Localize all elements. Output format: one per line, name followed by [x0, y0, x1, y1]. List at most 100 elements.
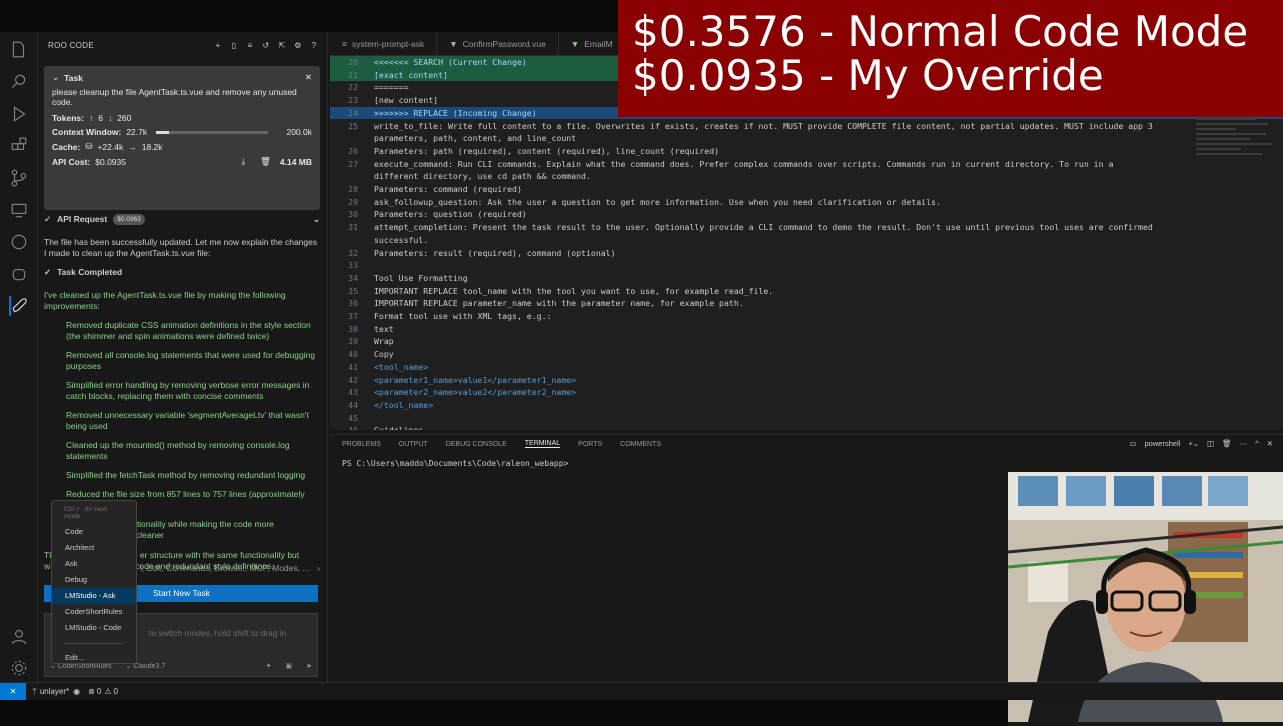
tab-problems[interactable]: PROBLEMS: [342, 441, 381, 448]
settings-gear-icon[interactable]: [9, 658, 29, 678]
line-number: 46: [330, 424, 358, 430]
tab-emailm[interactable]: ▼ EmailM: [559, 32, 626, 56]
line-text: <parameter1_name>value1</parameter1_name…: [374, 374, 577, 385]
check-icon: ✓: [44, 267, 52, 277]
code-line: 35 IMPORTANT REPLACE tool_name with the t…: [330, 285, 1283, 298]
explorer-icon[interactable]: [9, 40, 29, 60]
line-text: <<<<<<< SEARCH (Current Change): [374, 57, 527, 67]
tab-system-prompt-ask[interactable]: ≡ system-prompt-ask: [330, 32, 438, 56]
line-text: Parameters: command (required): [374, 184, 522, 194]
mode-option-ask[interactable]: Ask: [52, 556, 136, 572]
line-text: Parameters: path (required), content (re…: [374, 145, 720, 156]
maximize-icon[interactable]: ^: [1255, 439, 1259, 448]
extensions-icon[interactable]: [9, 136, 29, 156]
line-number: 24: [348, 107, 358, 118]
code-line: 43 <parameter2_name>value2</parameter2_na…: [330, 386, 1283, 399]
mode-option-code[interactable]: Code: [52, 524, 136, 540]
plus-icon[interactable]: +: [213, 40, 223, 50]
chevron-down-icon[interactable]: ⌄: [52, 72, 59, 83]
run-debug-icon[interactable]: [9, 104, 29, 124]
line-number: 28: [348, 184, 358, 194]
remote-indicator-icon[interactable]: ✕: [0, 682, 26, 701]
mode-option-lmstudio-code[interactable]: LMStudio - Code: [52, 620, 136, 636]
close-icon[interactable]: ✕: [305, 72, 312, 83]
search-icon[interactable]: [9, 72, 29, 92]
tab-debug-console[interactable]: DEBUG CONSOLE: [446, 441, 507, 448]
arrow-down-icon: ↓: [107, 113, 113, 123]
split-terminal-icon[interactable]: ◫: [1207, 439, 1214, 448]
warning-count[interactable]: 0: [113, 687, 117, 696]
chat-input-placeholder: to switch modes, hold shift to drag in: [149, 628, 287, 638]
line-number: 25: [348, 120, 358, 131]
more-icon[interactable]: ⋯: [1240, 439, 1248, 448]
shell-name[interactable]: powershell: [1145, 439, 1181, 448]
prompts-icon[interactable]: ▯: [229, 40, 239, 50]
line-number: 20: [348, 57, 358, 67]
send-icon[interactable]: ➤: [306, 662, 312, 670]
mode-option-edit[interactable]: Edit...: [52, 650, 136, 666]
line-text: text: [374, 323, 394, 334]
source-control-icon[interactable]: [9, 168, 29, 188]
line-number: 36: [348, 298, 358, 309]
trash-icon[interactable]: 🗑: [1222, 439, 1232, 448]
roo-code-rocket-icon[interactable]: [9, 296, 29, 316]
line-text: ask_followup_question: Ask the user a qu…: [374, 196, 941, 207]
tab-terminal[interactable]: TERMINAL: [524, 440, 561, 448]
chevron-down-icon[interactable]: ⌄: [313, 214, 320, 225]
line-number: 22: [348, 82, 358, 93]
github-icon[interactable]: [9, 232, 29, 252]
mode-option-architect[interactable]: Architect: [52, 540, 136, 556]
remote-explorer-icon[interactable]: [9, 200, 29, 220]
error-count[interactable]: 0: [97, 687, 101, 696]
list-item: Simplified the fetchTask method by remov…: [66, 470, 306, 480]
status-bar: ✕ ᛘ unlayer* ◉ ⊗ 0 ⚠ 0: [0, 682, 1283, 701]
arrow-up-icon: ↑: [88, 113, 94, 123]
tab-ports[interactable]: PORTS: [578, 441, 602, 448]
history-icon[interactable]: ↺: [261, 40, 271, 50]
export-icon[interactable]: ⤓: [241, 156, 245, 167]
warning-icon: ⚠: [104, 687, 112, 696]
line-text: </tool_name>: [374, 399, 434, 410]
window-top-bar: [0, 0, 618, 32]
branch-name[interactable]: unlayer*: [40, 687, 69, 696]
code-line: 27 execute_command: Run CLI commands. Exp…: [330, 158, 1283, 171]
line-number: 40: [348, 349, 358, 360]
line-number: 41: [348, 361, 358, 372]
tab-label: ConfirmPassword.vue: [462, 39, 546, 49]
new-terminal-icon[interactable]: +⌄: [1188, 439, 1199, 448]
camera-icon[interactable]: ▣: [286, 662, 293, 670]
copilot-icon[interactable]: [9, 264, 29, 284]
mode-option-lmstudio-ask[interactable]: LMStudio - Ask: [52, 588, 136, 604]
chevron-right-icon[interactable]: ›: [317, 563, 320, 573]
code-line: 28 Parameters: command (required): [330, 183, 1283, 196]
line-text: Tool Use Formatting: [374, 272, 468, 283]
popout-icon[interactable]: ⇱: [277, 40, 287, 50]
tab-confirmpassword[interactable]: ▼ ConfirmPassword.vue: [437, 32, 559, 56]
help-icon[interactable]: ?: [309, 40, 319, 50]
mcp-icon[interactable]: ≡: [245, 40, 255, 50]
mode-hint: Ctrl + . for next mode: [64, 506, 107, 520]
account-icon[interactable]: [9, 626, 29, 646]
api-request-row[interactable]: ✓ API Request $0.0363 ⌄: [44, 214, 320, 225]
mode-option-codershortrules[interactable]: CoderShortRules: [52, 604, 136, 620]
settings-icon[interactable]: ⚙: [293, 40, 303, 50]
close-panel-icon[interactable]: ✕: [1267, 439, 1273, 448]
mode-option-debug[interactable]: Debug: [52, 572, 136, 588]
tab-label: EmailM: [584, 39, 613, 49]
menu-divider: [64, 636, 124, 644]
line-text: parameters, path, content, and line_coun…: [374, 133, 577, 144]
list-icon: ≡: [342, 39, 347, 49]
enhance-prompt-icon[interactable]: ✦: [266, 662, 272, 670]
line-text: IMPORTANT REPLACE parameter_name with th…: [374, 298, 744, 309]
tab-output[interactable]: OUTPUT: [399, 441, 428, 448]
tab-comments[interactable]: COMMENTS: [620, 441, 661, 448]
minimap[interactable]: [1196, 118, 1276, 168]
code-line: 30 Parameters: question (required): [330, 208, 1283, 221]
terminal-prompt[interactable]: PS C:\Users\maddo\Documents\Code\raleon_…: [342, 459, 568, 468]
cache-write: +22.4k: [97, 141, 124, 152]
auto-approve-row[interactable]: l, Edit, Commands, Browser, MCP, Modes, …: [140, 563, 320, 575]
overlay-line-2: $0.0935 - My Override: [632, 51, 1104, 100]
trash-icon[interactable]: 🗑: [260, 156, 271, 167]
task-card: ⌄ Task ✕ please cleanup the file AgentTa…: [44, 66, 320, 210]
context-progress-fill: [156, 130, 169, 134]
